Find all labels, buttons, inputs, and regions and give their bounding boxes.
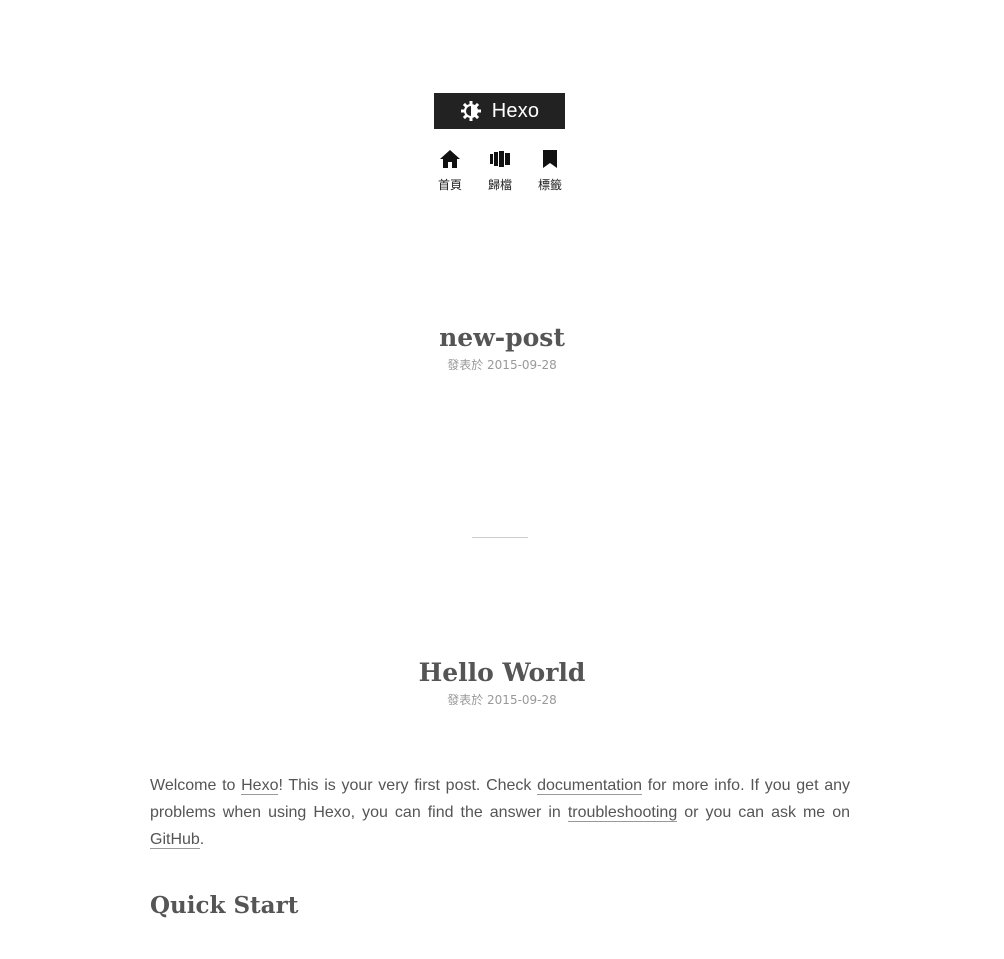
archive-icon [489,148,511,170]
github-link[interactable]: GitHub [150,831,200,849]
menu-item-home[interactable]: 首頁 [431,148,469,193]
menu-label-home: 首頁 [437,178,462,192]
main-menu: 首頁 歸檔 標籤 [425,148,575,193]
gear-logo-icon [460,100,482,122]
post-header: new-post 發表於 2015-09-28 [0,323,1004,373]
site-title: Hexo [491,99,540,122]
body-text: . [199,831,205,848]
home-icon [439,148,461,170]
post-divider [472,537,528,538]
section-heading: Quick Start [150,892,299,919]
body-text: or you can ask me on [677,804,850,821]
post-title-link[interactable]: new-post [439,323,565,352]
post-meta: 發表於 2015-09-28 [447,693,557,707]
site-logo[interactable]: Hexo [434,93,565,129]
troubleshooting-link[interactable]: troubleshooting [567,804,678,822]
menu-label-tags: 標籤 [537,178,562,192]
menu-item-archive[interactable]: 歸檔 [481,148,519,193]
post-title-link[interactable]: Hello World [419,658,586,687]
hexo-link[interactable]: Hexo [241,777,279,795]
post-header: Hello World 發表於 2015-09-28 [0,658,1004,708]
post-body: Welcome to Hexo! This is your very first… [150,772,850,853]
menu-label-archive: 歸檔 [487,178,512,192]
menu-item-tags[interactable]: 標籤 [531,148,569,193]
documentation-link[interactable]: documentation [537,777,643,795]
bookmark-icon [539,148,561,170]
body-text: Welcome to [150,777,242,794]
body-text: ! This is your very first post. Check [278,777,538,794]
post-meta: 發表於 2015-09-28 [447,358,557,372]
